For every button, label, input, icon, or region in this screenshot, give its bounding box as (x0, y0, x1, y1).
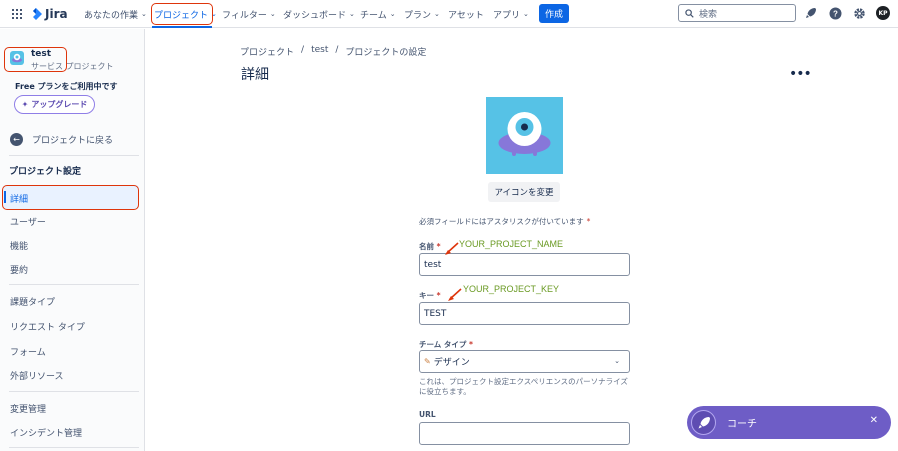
upgrade-label: アップグレード (31, 100, 88, 109)
more-actions-icon[interactable]: ••• (789, 66, 812, 82)
chevron-down-icon: ⌄ (614, 357, 620, 365)
change-icon-button[interactable]: アイコンを変更 (488, 182, 560, 202)
nav-apps[interactable]: アプリ ⌄ (493, 0, 529, 28)
url-field-label: URL (419, 410, 436, 419)
nav-your-work-label: あなたの作業 (84, 10, 139, 21)
nav-assets-label: アセット (448, 10, 484, 21)
design-tag-icon: ✎ (424, 357, 431, 366)
highlight-box-projects (151, 3, 213, 25)
coach-rocket-icon (691, 410, 716, 435)
nav-dashboards-label: ダッシュボード (283, 10, 347, 21)
settings-gear-icon[interactable] (852, 6, 866, 20)
required-fields-note-text: 必須フィールドにはアスタリスクが付いています (419, 217, 584, 226)
back-to-project-link[interactable]: ← プロジェクトに戻る (10, 133, 113, 146)
nav-assets[interactable]: アセット (448, 0, 484, 28)
chevron-down-icon: ⌄ (434, 10, 440, 18)
coach-widget[interactable]: コーチ ✕ (687, 406, 891, 439)
nav-teams-label: チーム (360, 10, 387, 21)
key-label-text: キー (419, 291, 434, 300)
annotation-project-key: YOUR_PROJECT_KEY (463, 284, 560, 294)
required-star: * (436, 291, 441, 300)
sidebar-item-incident-management[interactable]: インシデント管理 (10, 426, 82, 439)
svg-text:?: ? (833, 9, 838, 18)
upgrade-button[interactable]: ✦ アップグレード (14, 95, 95, 114)
close-icon[interactable]: ✕ (870, 415, 878, 426)
sparkle-icon: ✦ (21, 100, 29, 109)
create-button[interactable]: 作成 (539, 4, 569, 23)
coach-label: コーチ (727, 419, 757, 430)
sidebar-item-users[interactable]: ユーザー (10, 215, 46, 228)
key-field-label: キー * (419, 290, 441, 301)
sidebar-divider (9, 447, 139, 448)
required-star: * (436, 242, 441, 251)
jira-logo-text: Jira (45, 7, 68, 21)
chevron-down-icon: ⌄ (523, 10, 529, 18)
sidebar-item-summary[interactable]: 要約 (10, 263, 28, 276)
name-field-label: 名前 * (419, 241, 441, 252)
team-type-label-text: チーム タイプ (419, 340, 467, 349)
sidebar-item-details[interactable]: 詳細 (10, 192, 28, 205)
sidebar-item-change-management[interactable]: 変更管理 (10, 402, 46, 415)
url-input[interactable] (419, 422, 630, 445)
sidebar-item-external-resources[interactable]: 外部リソース (10, 369, 64, 382)
search-icon (685, 8, 694, 18)
app-switcher-icon[interactable] (12, 9, 22, 19)
nav-filters-label: フィルター (222, 10, 267, 21)
back-to-project-label: プロジェクトに戻る (32, 136, 114, 146)
jira-logo-icon (33, 8, 42, 20)
help-icon[interactable]: ? (828, 6, 842, 20)
page-title: 詳細 (241, 67, 269, 83)
nav-teams[interactable]: チーム ⌄ (360, 0, 396, 28)
sidebar-heading: プロジェクト設定 (9, 167, 82, 177)
chevron-down-icon: ⌄ (389, 10, 396, 18)
sidebar-item-features[interactable]: 機能 (10, 239, 28, 252)
nav-apps-label: アプリ (493, 10, 521, 21)
team-type-helper-text: これは、プロジェクト設定エクスペリエンスのパーソナライズに役立ちます。 (419, 377, 628, 396)
breadcrumb: プロジェクト / test / プロジェクトの設定 (240, 45, 426, 58)
nav-dashboards[interactable]: ダッシュボード ⌄ (283, 0, 355, 28)
search-placeholder: 検索 (699, 9, 718, 20)
team-type-value: デザイン (433, 358, 470, 368)
chevron-down-icon: ⌄ (349, 10, 355, 18)
breadcrumb-separator: / (335, 45, 339, 55)
sidebar-item-issue-types[interactable]: 課題タイプ (10, 295, 55, 308)
jira-logo[interactable]: Jira (30, 7, 68, 21)
sidebar: test サービス プロジェクト Free プランをご利用中です ✦ アップグレー… (0, 29, 145, 451)
breadcrumb-settings[interactable]: プロジェクトの設定 (345, 45, 426, 58)
nav-filters[interactable]: フィルター ⌄ (222, 0, 276, 28)
sidebar-item-forms[interactable]: フォーム (10, 345, 46, 358)
breadcrumb-separator: / (301, 45, 305, 55)
arrow-left-icon: ← (10, 133, 23, 146)
nav-plans[interactable]: プラン ⌄ (404, 0, 440, 28)
team-type-field-label: チーム タイプ * (419, 339, 473, 350)
project-avatar-image (486, 97, 563, 174)
annotation-project-name: YOUR_PROJECT_NAME (459, 239, 564, 249)
required-fields-note: 必須フィールドにはアスタリスクが付いています * (419, 216, 590, 227)
sidebar-divider (9, 391, 139, 392)
user-avatar[interactable]: KP (876, 6, 890, 20)
nav-active-indicator (152, 26, 212, 28)
search-input[interactable]: 検索 (678, 4, 796, 22)
name-label-text: 名前 (419, 242, 434, 251)
highlight-box-project (4, 47, 67, 72)
nav-your-work[interactable]: あなたの作業 ⌄ (84, 0, 147, 28)
chevron-down-icon: ⌄ (141, 10, 147, 18)
annotation-arrow-key (448, 288, 462, 301)
nav-plans-label: プラン (404, 10, 432, 21)
team-type-select[interactable]: ✎ デザイン ⌄ (419, 350, 630, 373)
notifications-rocket-icon[interactable] (804, 6, 818, 20)
sidebar-divider (9, 155, 139, 156)
top-navigation: Jira あなたの作業 ⌄ プロジェクト ⌄ フィルター ⌄ ダッシュボード ⌄ チーム… (0, 0, 898, 28)
sidebar-item-request-types[interactable]: リクエスト タイプ (10, 320, 85, 333)
plan-status-text: Free プランをご利用中です (15, 82, 118, 91)
breadcrumb-projects[interactable]: プロジェクト (240, 45, 294, 58)
required-star: * (469, 340, 473, 349)
chevron-down-icon: ⌄ (269, 10, 276, 18)
sidebar-divider (9, 284, 139, 285)
required-star: * (586, 217, 591, 226)
breadcrumb-project[interactable]: test (311, 45, 328, 58)
